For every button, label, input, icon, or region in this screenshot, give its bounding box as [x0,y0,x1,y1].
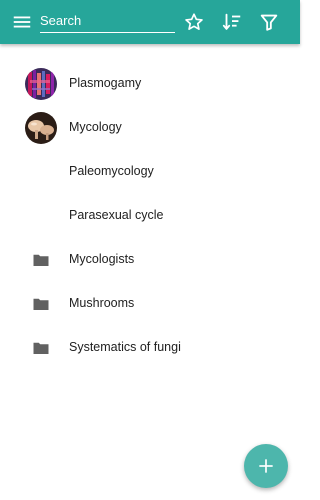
menu-icon [13,16,31,28]
app-bar [0,0,300,44]
avatar-image [25,112,57,144]
list-item-label: Plasmogamy [69,76,142,90]
list-item-label: Mycologists [69,252,135,266]
sort-button[interactable] [220,10,244,34]
add-button[interactable] [244,444,288,488]
folder-icon [25,332,57,364]
avatar [25,68,57,100]
menu-button[interactable] [10,10,34,34]
filter-button[interactable] [257,10,281,34]
folder-icon [25,244,57,276]
list-item[interactable]: Paleomycology [0,150,300,194]
plus-icon [259,459,273,473]
list-item[interactable]: Mushrooms [0,282,300,326]
search-field [40,8,175,33]
star-icon [185,13,203,30]
list-item[interactable]: Plasmogamy [0,62,300,106]
item-list: Plasmogamy Mycology Paleomycology Parase… [0,62,300,370]
list-item[interactable]: Mycologists [0,238,300,282]
list-item-label: Parasexual cycle [69,208,164,222]
favorites-button[interactable] [182,10,206,34]
list-item[interactable]: Parasexual cycle [0,194,300,238]
list-item-label: Systematics of fungi [69,340,181,354]
list-item-label: Mycology [69,120,122,134]
avatar [25,112,57,144]
filter-icon [260,14,278,31]
search-input[interactable] [40,8,175,32]
folder-icon [25,288,57,320]
list-item[interactable]: Systematics of fungi [0,326,300,370]
avatar-image [25,68,57,100]
list-item-label: Paleomycology [69,164,154,178]
list-item[interactable]: Mycology [0,106,300,150]
list-item-label: Mushrooms [69,296,135,310]
sort-icon [222,13,241,30]
